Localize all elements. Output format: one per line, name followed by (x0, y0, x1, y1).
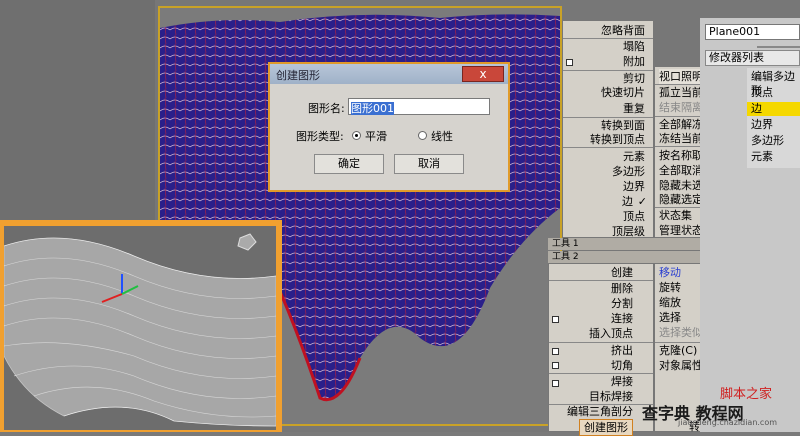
menu-item-top-level[interactable]: 顶层级 (612, 224, 645, 239)
menu-item-create[interactable]: 创建 (611, 265, 633, 280)
menu-item-connect[interactable]: 连接 (611, 311, 633, 326)
cancel-button[interactable]: 取消 (394, 154, 464, 174)
object-name-field[interactable]: Plane001 (705, 24, 800, 40)
divider (757, 46, 800, 48)
smooth-radio[interactable] (352, 131, 361, 140)
tools1-label: 工具 1 (552, 239, 579, 249)
create-shape-dialog: 创建图形 x 图形名: 图形001 图形类型: 平滑 线性 确定 取消 (268, 62, 510, 192)
menu-item-create-shape[interactable]: 创建图形 (579, 419, 633, 436)
quad-left-bottom-menu: 创建 删除 分割 连接 插入顶点 挤出 切角 焊接 目标焊接 编辑三角剖分 创建… (548, 263, 654, 436)
menu-item-scale[interactable]: 缩放 (659, 295, 681, 310)
menu-item-split[interactable]: 分割 (611, 296, 633, 311)
tools2-label: 工具 2 (552, 252, 579, 262)
linear-radio[interactable] (418, 131, 427, 140)
ok-button[interactable]: 确定 (314, 154, 384, 174)
menu-item-vertex[interactable]: 顶点 (623, 209, 645, 224)
shape-name-value: 图形001 (351, 102, 394, 115)
smooth-radio-label: 平滑 (365, 130, 387, 143)
watermark-url: jiaocheng.chazidian.com (678, 418, 778, 427)
viewport-left-area (0, 0, 155, 220)
close-button[interactable]: x (462, 66, 504, 82)
menu-item-edge[interactable]: 边 (622, 194, 633, 209)
menu-item-rotate[interactable]: 旋转 (659, 280, 681, 295)
settings-box-icon[interactable] (552, 362, 559, 369)
menu-item-attach[interactable]: 附加 (623, 54, 645, 69)
checkmark-icon: ✓ (637, 195, 647, 208)
modifier-stack[interactable]: 编辑多边形 顶点 边 边界 多边形 元素 (747, 68, 800, 168)
menu-item-collapse[interactable]: 塌陷 (623, 39, 645, 54)
menu-item-delete[interactable]: 删除 (611, 281, 633, 296)
menu-item-state-sets[interactable]: 状态集 (659, 208, 692, 223)
stack-item-edit-poly[interactable]: 编辑多边形 (751, 70, 800, 97)
stack-item-element[interactable]: 元素 (751, 150, 773, 164)
menu-item-insert-vertex[interactable]: 插入顶点 (589, 326, 633, 341)
menu-item-convert-to-face[interactable]: 转换到面 (601, 118, 645, 133)
linear-radio-label: 线性 (431, 130, 453, 143)
menu-item-cut[interactable]: 剪切 (623, 71, 645, 86)
stack-item-vertex[interactable]: 顶点 (751, 86, 773, 100)
settings-box-icon[interactable] (552, 380, 559, 387)
menu-item-convert-to-vertex[interactable]: 转换到顶点 (590, 132, 645, 147)
stack-item-polygon[interactable]: 多边形 (751, 134, 784, 148)
menu-item-edit-triangulation[interactable]: 编辑三角剖分 (567, 404, 633, 419)
shape-type-label: 图形类型: (296, 130, 344, 143)
menu-item-target-weld[interactable]: 目标焊接 (589, 389, 633, 404)
white-wireframe-mesh (3, 233, 277, 427)
menu-item-end-isolate[interactable]: 结束隔离 (659, 100, 703, 115)
menu-item-quickslice[interactable]: 快速切片 (601, 85, 645, 100)
menu-item-clone[interactable]: 克隆(C) (659, 343, 697, 358)
inset-viewport[interactable] (3, 226, 277, 430)
menu-item-move[interactable]: 移动 (659, 265, 681, 280)
stack-item-edge[interactable]: 边 (747, 102, 800, 116)
settings-box-icon[interactable] (552, 316, 559, 323)
menu-item-chamfer[interactable]: 切角 (611, 358, 633, 373)
dialog-titlebar[interactable]: 创建图形 x (270, 64, 508, 84)
settings-box-icon[interactable] (566, 59, 573, 66)
shape-name-input[interactable]: 图形001 (348, 98, 490, 115)
dialog-title: 创建图形 (276, 69, 320, 82)
menu-item-border[interactable]: 边界 (623, 179, 645, 194)
menu-item-polygon[interactable]: 多边形 (612, 164, 645, 179)
shape-name-label: 图形名: (308, 102, 345, 115)
settings-box-icon[interactable] (552, 348, 559, 355)
modifier-list-dropdown[interactable]: 修改器列表 (705, 50, 800, 66)
menu-item-repeat[interactable]: 重复 (623, 101, 645, 116)
menu-item-element[interactable]: 元素 (623, 149, 645, 164)
menu-item-unfreeze-all[interactable]: 全部解冻 (659, 117, 703, 132)
menu-item-weld[interactable]: 焊接 (611, 374, 633, 389)
menu-item-select[interactable]: 选择 (659, 310, 681, 325)
quad-left-top-menu: 忽略背面 塌陷 附加 剪切 快速切片 重复 转换到面 转换到顶点 元素 多边形 … (562, 20, 654, 238)
menu-item-extrude[interactable]: 挤出 (611, 343, 633, 358)
menu-item-ignore-backfacing[interactable]: 忽略背面 (601, 23, 645, 38)
stack-item-border[interactable]: 边界 (751, 118, 773, 132)
